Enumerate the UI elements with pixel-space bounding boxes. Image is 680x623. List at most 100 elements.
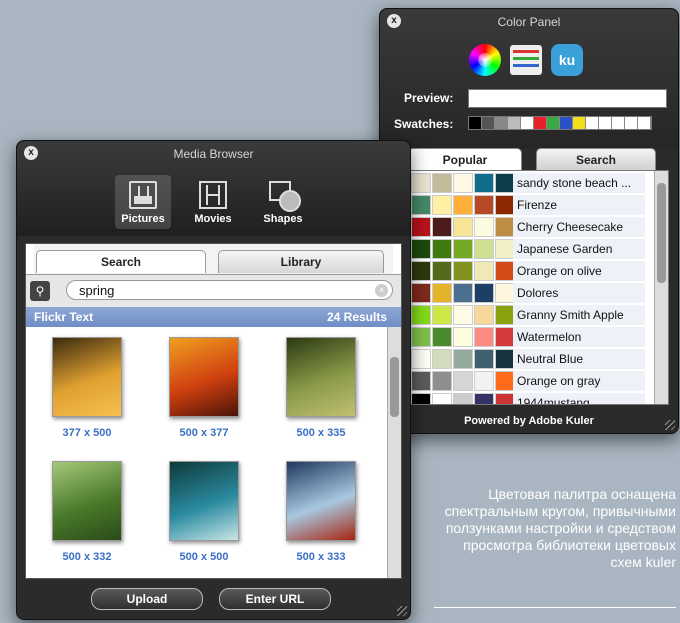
theme-swatch — [474, 327, 494, 347]
theme-swatch — [411, 393, 431, 404]
clear-search-icon[interactable]: × — [375, 284, 388, 297]
result-thumbnail[interactable]: 377 x 500 — [32, 337, 142, 439]
theme-swatch — [432, 327, 452, 347]
theme-row[interactable]: Orange on olive — [409, 261, 649, 283]
theme-swatch — [453, 393, 473, 404]
theme-swatch — [432, 217, 452, 237]
swatch[interactable] — [469, 117, 482, 129]
thumbnail-image[interactable] — [169, 461, 239, 541]
swatches-label: Swatches: — [394, 117, 454, 131]
theme-swatch — [474, 195, 494, 215]
thumbnail-size-label: 500 x 377 — [179, 427, 229, 439]
preview-label: Preview: — [404, 91, 454, 105]
theme-swatch — [432, 393, 452, 404]
result-thumbnail[interactable]: 500 x 500 — [149, 461, 259, 563]
tab-popular[interactable]: Popular — [408, 148, 522, 171]
swatch[interactable] — [638, 117, 651, 129]
theme-swatch — [495, 173, 515, 193]
upload-button[interactable]: Upload — [91, 588, 203, 610]
theme-swatch — [453, 305, 473, 325]
theme-swatch — [453, 195, 473, 215]
swatch[interactable] — [599, 117, 612, 129]
theme-row[interactable]: Watermelon — [409, 327, 649, 349]
result-thumbnail[interactable]: 500 x 333 — [266, 461, 376, 563]
thumbnail-image[interactable] — [52, 461, 122, 541]
tab-library[interactable]: Library — [218, 250, 384, 273]
theme-swatch — [474, 173, 494, 193]
powered-by-label: Powered by Adobe Kuler — [464, 415, 594, 427]
swatch[interactable] — [508, 117, 521, 129]
swatch[interactable] — [586, 117, 599, 129]
swatch[interactable] — [534, 117, 547, 129]
theme-row[interactable]: Granny Smith Apple — [409, 305, 649, 327]
theme-row[interactable]: 1944mustang — [409, 393, 649, 404]
tool-shapes-label: Shapes — [263, 213, 303, 225]
caption-text: Цветовая палитра оснащена спектральным к… — [444, 486, 676, 570]
thumbnail-image[interactable] — [169, 337, 239, 417]
results-header: Flickr Text 24 Results — [26, 307, 401, 327]
color-panel: x Color Panel ku Preview: Swatches: Popu… — [379, 8, 679, 434]
swatch[interactable] — [573, 117, 586, 129]
theme-swatch — [411, 349, 431, 369]
theme-name: Cherry Cheesecake — [513, 217, 645, 237]
theme-name: Granny Smith Apple — [513, 305, 645, 325]
swatch[interactable] — [612, 117, 625, 129]
theme-swatch — [495, 261, 515, 281]
theme-row[interactable]: Cherry Cheesecake — [409, 217, 649, 239]
tool-pictures[interactable]: Pictures — [115, 175, 171, 229]
theme-swatch — [474, 393, 494, 404]
theme-swatch — [432, 349, 452, 369]
thumbnail-image[interactable] — [52, 337, 122, 417]
theme-swatch — [474, 371, 494, 391]
color-wheel-icon[interactable] — [469, 44, 501, 76]
resize-grip-icon[interactable] — [665, 420, 675, 430]
theme-swatch — [495, 195, 515, 215]
theme-row[interactable]: Neutral Blue — [409, 349, 649, 371]
swatch[interactable] — [482, 117, 495, 129]
color-mode-switcher: ku — [469, 44, 583, 76]
result-count: 24 Results — [326, 310, 387, 324]
result-thumbnail[interactable]: 500 x 332 — [32, 461, 142, 563]
enter-url-button[interactable]: Enter URL — [219, 588, 331, 610]
search-row: ⚲ spring × — [26, 274, 401, 307]
tab-search-media[interactable]: Search — [36, 250, 206, 273]
shapes-icon — [269, 181, 301, 212]
thumbnail-image[interactable] — [286, 461, 356, 541]
thumbnail-size-label: 500 x 332 — [62, 551, 112, 563]
result-thumbnail[interactable]: 500 x 377 — [149, 337, 259, 439]
binoculars-icon[interactable]: ⚲ — [30, 281, 50, 301]
theme-row[interactable]: Orange on gray — [409, 371, 649, 393]
theme-row[interactable]: Japanese Garden — [409, 239, 649, 261]
thumbnail-image[interactable] — [286, 337, 356, 417]
swatch[interactable] — [547, 117, 560, 129]
theme-swatch — [495, 371, 515, 391]
tool-shapes[interactable]: Shapes — [255, 175, 311, 225]
media-browser-title: Media Browser — [173, 147, 254, 161]
theme-swatch — [495, 327, 515, 347]
resize-grip-icon[interactable] — [397, 606, 407, 616]
theme-name: Firenze — [513, 195, 645, 215]
color-panel-tabs: Popular Search — [408, 148, 662, 171]
theme-swatch — [495, 217, 515, 237]
swatch[interactable] — [521, 117, 534, 129]
theme-swatch — [474, 217, 494, 237]
results-scrollbar[interactable] — [387, 327, 401, 578]
theme-row[interactable]: sandy stone beach ... — [409, 173, 649, 195]
theme-row[interactable]: Firenze — [409, 195, 649, 217]
theme-row[interactable]: Dolores — [409, 283, 649, 305]
theme-swatch — [453, 261, 473, 281]
kuler-icon[interactable]: ku — [551, 44, 583, 76]
theme-swatch — [411, 239, 431, 259]
theme-swatch — [453, 217, 473, 237]
search-input[interactable]: spring × — [66, 280, 393, 300]
swatch[interactable] — [560, 117, 573, 129]
swatch[interactable] — [495, 117, 508, 129]
tab-search[interactable]: Search — [536, 148, 656, 171]
theme-list-scrollbar[interactable] — [654, 171, 668, 404]
result-thumbnail[interactable]: 500 x 335 — [266, 337, 376, 439]
swatch[interactable] — [625, 117, 638, 129]
theme-swatch — [474, 239, 494, 259]
theme-name: Japanese Garden — [513, 239, 645, 259]
tool-movies[interactable]: Movies — [185, 175, 241, 225]
color-sliders-icon[interactable] — [510, 45, 542, 75]
